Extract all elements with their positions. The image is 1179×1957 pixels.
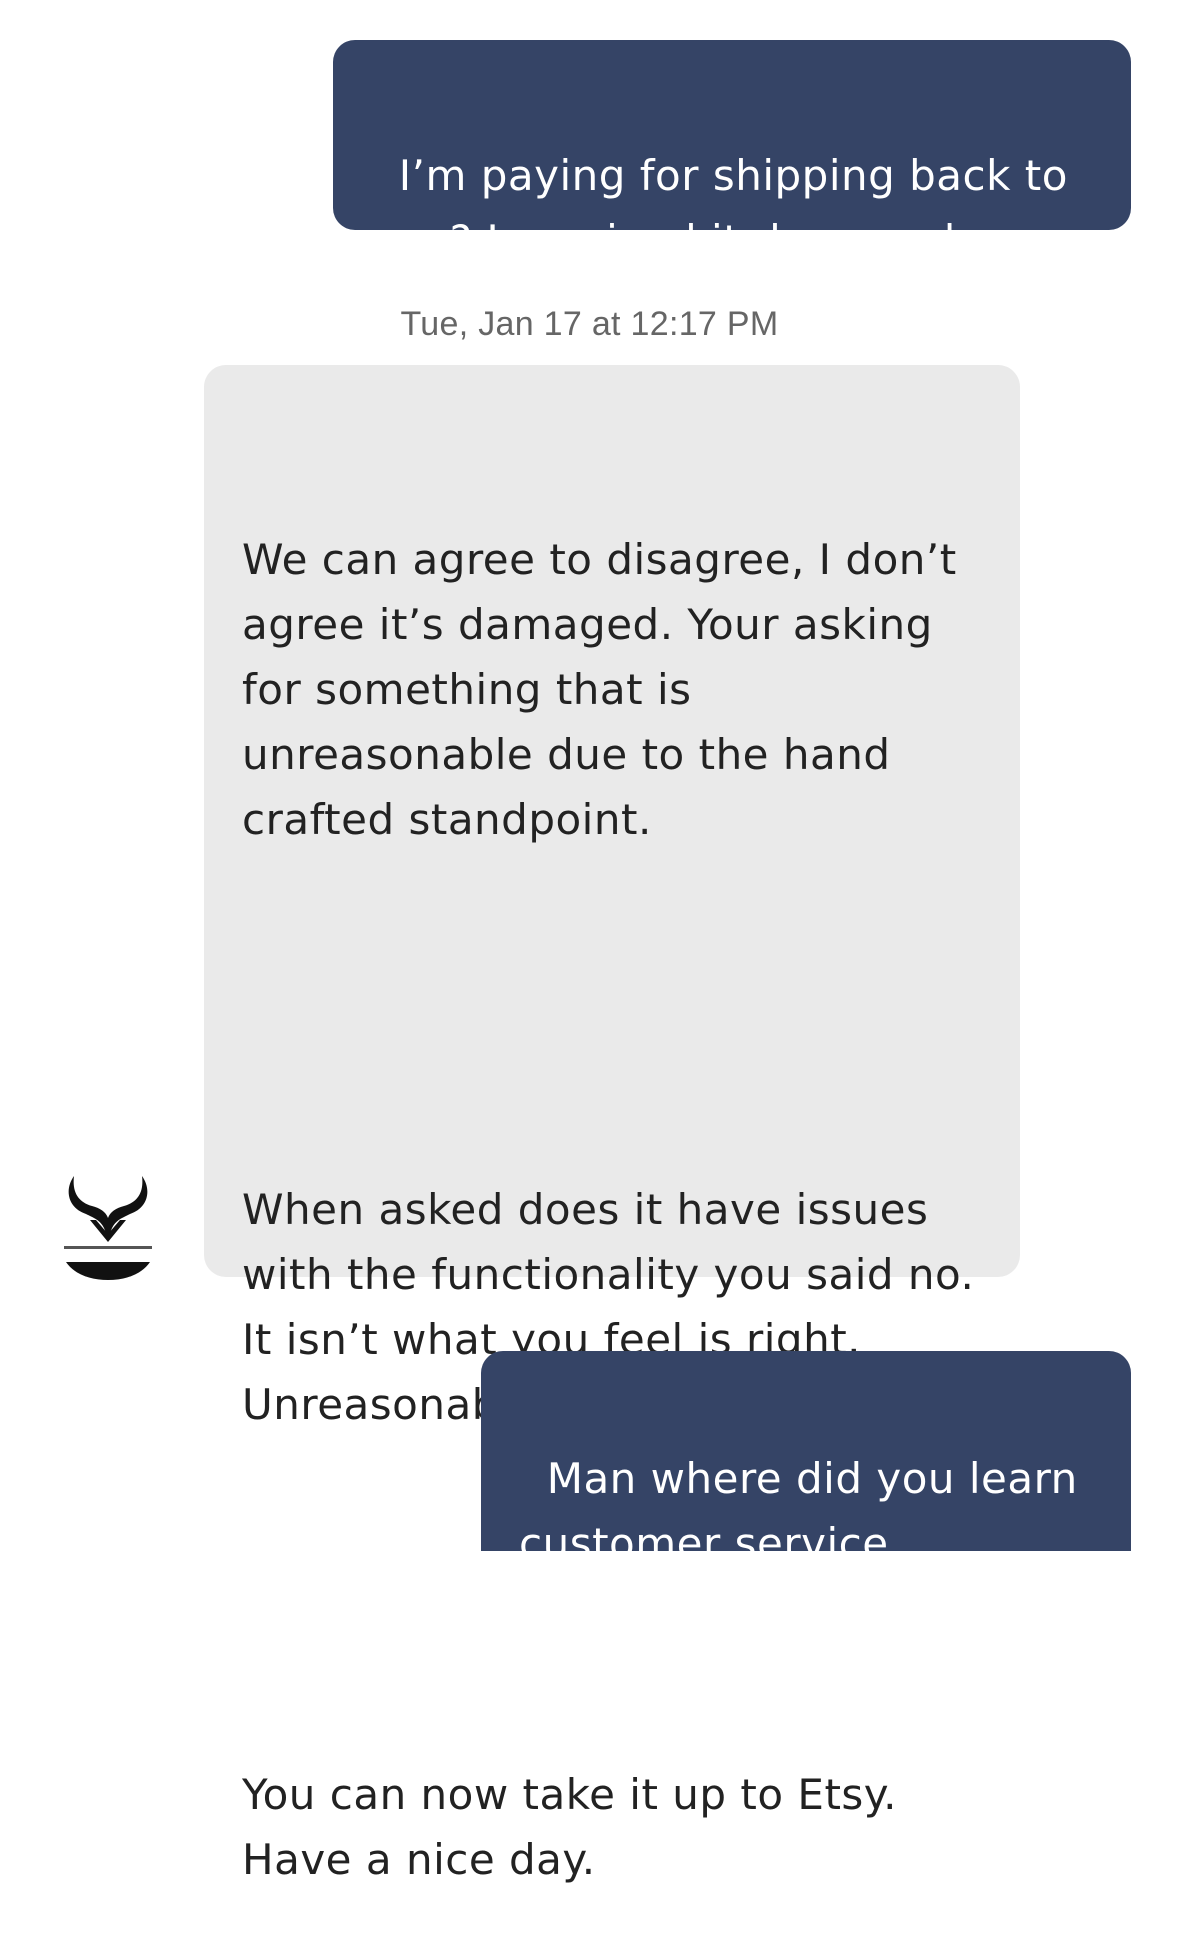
bull-logo-icon <box>64 1176 152 1280</box>
message-text: Man where did you learn customer service <box>519 1454 1092 1568</box>
outgoing-message[interactable]: I’m paying for shipping back to you? I r… <box>333 40 1131 265</box>
brand-wordmark <box>64 1246 152 1249</box>
incoming-message[interactable]: We can agree to disagree, I don’t agree … <box>204 365 1020 1884</box>
message-paragraph: We can agree to disagree, I don’t agree … <box>242 535 971 844</box>
message-paragraph: You can now take it up to Etsy. Have a n… <box>242 1770 911 1884</box>
seller-avatar[interactable] <box>60 1168 156 1280</box>
outgoing-message[interactable]: Man where did you learn customer service <box>481 1351 1131 1568</box>
message-timestamp: Tue, Jan 17 at 12:17 PM <box>400 305 779 343</box>
message-text: I’m paying for shipping back to you? I r… <box>371 151 1082 265</box>
